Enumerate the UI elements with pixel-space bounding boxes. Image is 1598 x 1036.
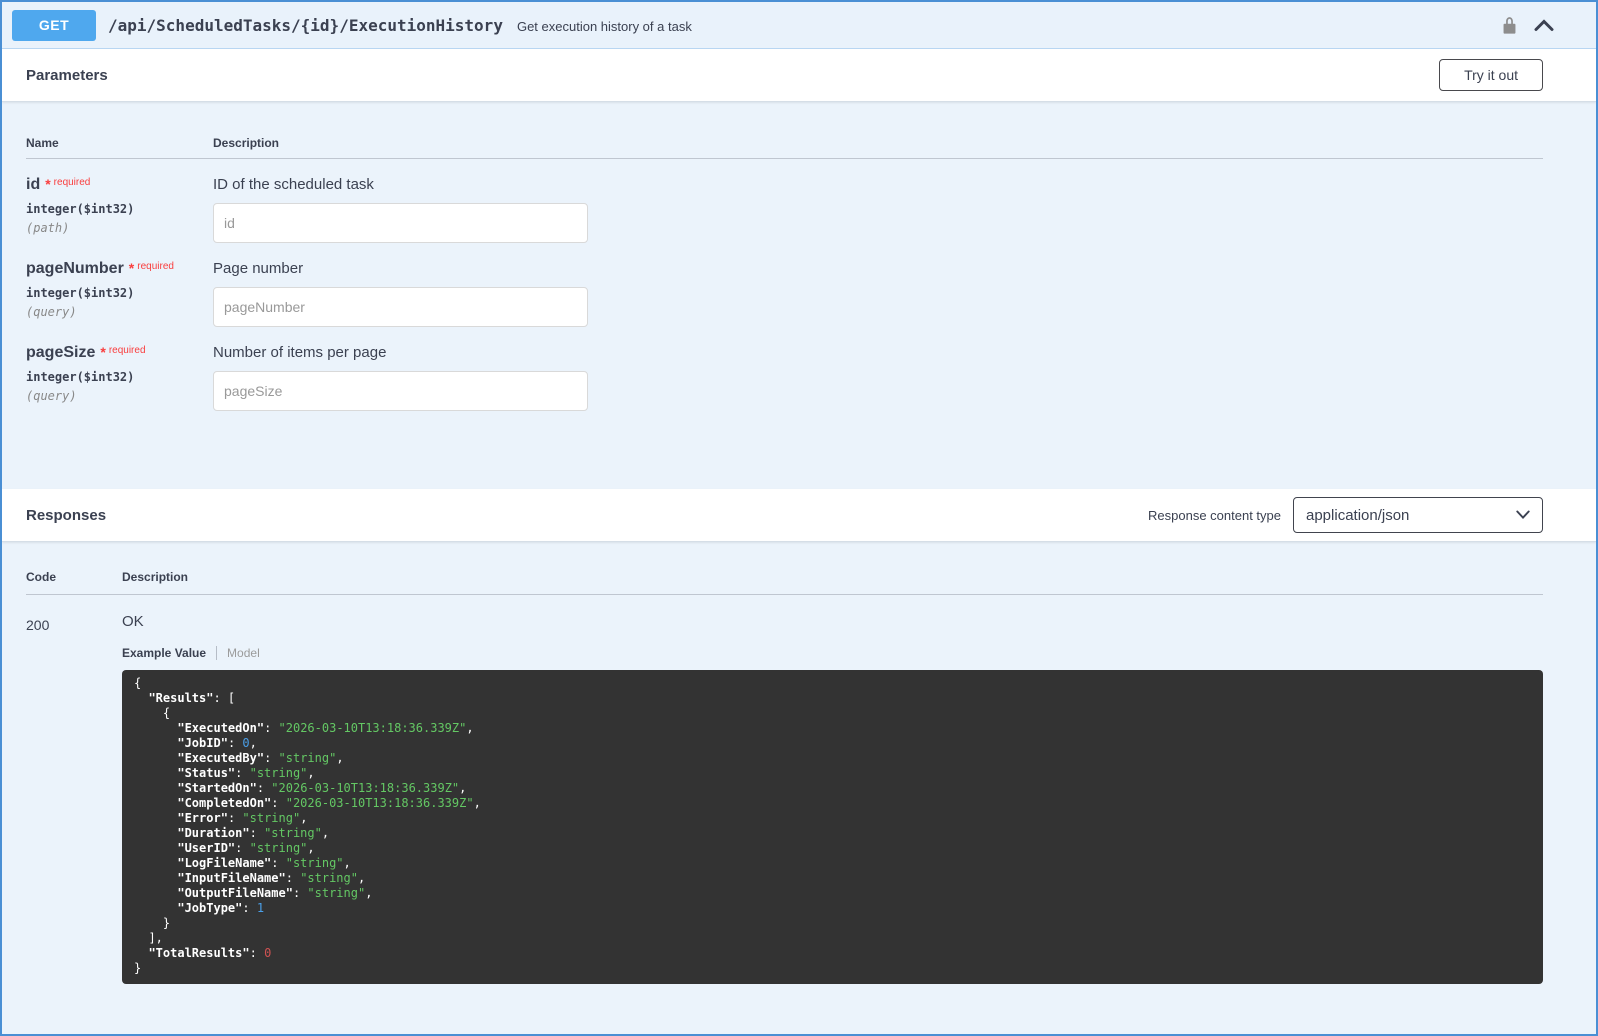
required-label: required: [53, 177, 91, 188]
required-star-icon: *: [45, 176, 51, 192]
response-content-type-select[interactable]: application/json: [1293, 497, 1543, 533]
response-row-200: 200 OK Example Value Model { "Results": …: [26, 595, 1543, 984]
parameters-header: Parameters Try it out: [2, 49, 1596, 102]
http-method-badge: GET: [12, 9, 96, 41]
parameter-type: integer($int32): [26, 370, 135, 384]
parameter-input-pagesize[interactable]: [213, 371, 588, 411]
parameter-description: ID of the scheduled task: [213, 176, 374, 193]
response-content-type-value: application/json: [1306, 506, 1410, 524]
example-value-code[interactable]: { "Results": [ { "ExecutedOn": "2026-03-…: [122, 670, 1543, 984]
parameter-description-cell: ID of the scheduled task: [213, 176, 1543, 243]
parameter-name: pageSize: [26, 344, 96, 361]
parameter-row-id: id * required integer($int32) (path) ID …: [26, 159, 1543, 243]
response-content-type: Response content type application/json: [1148, 497, 1543, 533]
parameter-row-pagesize: pageSize * required integer($int32) (que…: [26, 327, 1543, 411]
parameter-type: integer($int32): [26, 286, 135, 300]
parameter-location: (query): [26, 305, 77, 319]
chevron-down-icon: [1516, 507, 1530, 524]
parameter-input-id[interactable]: [213, 203, 588, 243]
parameter-description: Number of items per page: [213, 344, 387, 361]
parameter-input-pagenumber[interactable]: [213, 287, 588, 327]
parameter-location: (query): [26, 389, 77, 403]
try-it-out-button[interactable]: Try it out: [1439, 59, 1543, 91]
parameter-description: Page number: [213, 260, 304, 277]
parameter-meta: pageSize * required integer($int32) (que…: [26, 344, 213, 411]
response-code: 200: [26, 617, 50, 633]
required-star-icon: *: [100, 344, 106, 360]
response-content-type-label: Response content type: [1148, 507, 1281, 523]
parameters-name-header: Name: [26, 136, 59, 150]
lock-icon[interactable]: [1499, 14, 1520, 37]
operation-summary-text: Get execution history of a task: [516, 18, 692, 34]
parameter-location: (path): [26, 221, 70, 235]
swagger-ui-page: GET /api/ScheduledTasks/{id}/ExecutionHi…: [0, 0, 1598, 1036]
example-model-tabs: Example Value Model: [122, 646, 1543, 660]
responses-code-header: Code: [26, 570, 56, 584]
parameter-row-pagenumber: pageNumber * required integer($int32) (q…: [26, 243, 1543, 327]
responses-area: Code Description 200 OK Example Value Mo…: [2, 542, 1596, 1034]
response-description: OK: [122, 613, 144, 630]
response-description-cell: OK Example Value Model { "Results": [ { …: [122, 613, 1543, 984]
required-label: required: [137, 261, 174, 272]
tab-example-value[interactable]: Example Value: [122, 646, 216, 660]
parameters-description-header: Description: [213, 136, 280, 150]
parameter-description-cell: Number of items per page: [213, 344, 1543, 411]
operation-path: /api/ScheduledTasks/{id}/ExecutionHistor…: [108, 15, 503, 35]
required-star-icon: *: [128, 260, 135, 276]
tab-model[interactable]: Model: [217, 646, 270, 660]
parameters-area: Name Description id * required integer($…: [2, 102, 1596, 489]
parameter-type: integer($int32): [26, 202, 135, 216]
parameter-name: id: [26, 176, 41, 193]
responses-header: Responses Response content type applicat…: [2, 489, 1596, 542]
responses-description-header: Description: [122, 570, 189, 584]
chevron-up-icon[interactable]: [1532, 16, 1556, 34]
required-label: required: [108, 345, 146, 356]
parameter-meta: id * required integer($int32) (path): [26, 176, 213, 243]
parameter-description-cell: Page number: [213, 260, 1543, 327]
parameters-table-header: Name Description: [26, 102, 1543, 159]
parameters-title: Parameters: [26, 66, 108, 84]
responses-table-header: Code Description: [26, 542, 1543, 595]
parameter-name: pageNumber: [26, 260, 124, 277]
operation-summary-bar[interactable]: GET /api/ScheduledTasks/{id}/ExecutionHi…: [2, 2, 1596, 49]
parameter-meta: pageNumber * required integer($int32) (q…: [26, 260, 213, 327]
responses-title: Responses: [26, 506, 107, 524]
